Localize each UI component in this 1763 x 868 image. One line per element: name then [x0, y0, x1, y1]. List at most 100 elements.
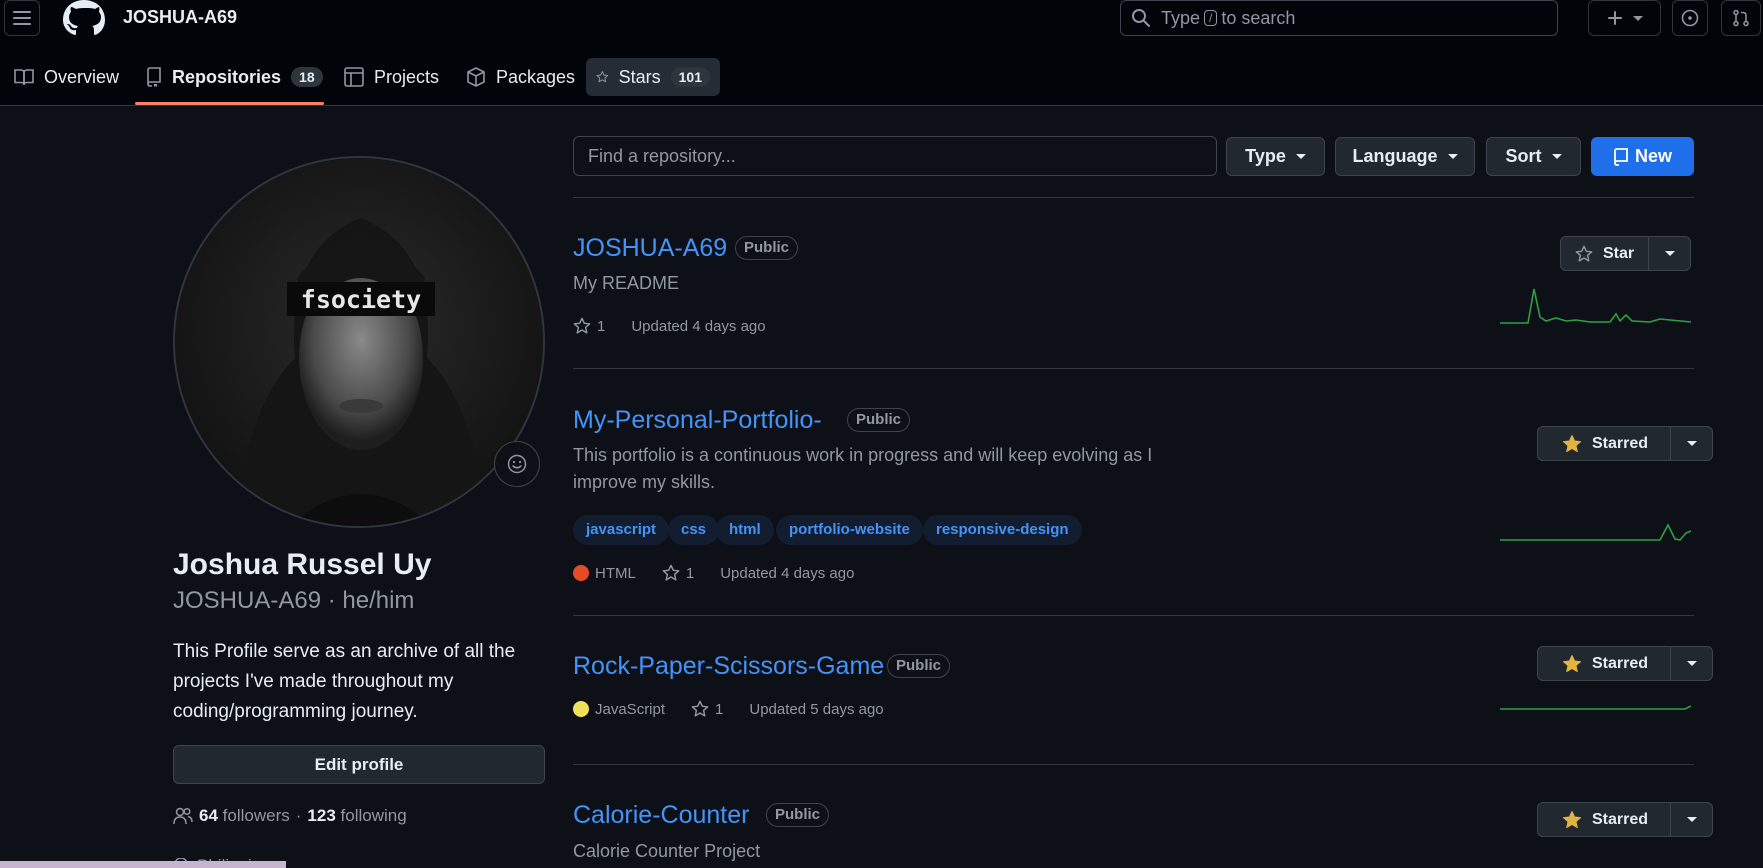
- repo-stars-link[interactable]: 1: [573, 317, 605, 335]
- create-new-button[interactable]: [1588, 0, 1661, 36]
- set-status-button[interactable]: [494, 441, 540, 487]
- starred-button-label: Starred: [1592, 434, 1649, 452]
- tab-overview[interactable]: Overview: [4, 58, 129, 96]
- follow-stats: 64 followers · 123 following: [173, 806, 407, 826]
- type-filter-label: Type: [1245, 146, 1286, 166]
- list-divider: [573, 615, 1694, 616]
- tab-projects-label: Projects: [374, 66, 440, 87]
- type-filter-dropdown[interactable]: Type: [1226, 137, 1325, 176]
- smiley-icon: [507, 454, 527, 474]
- star-button-group: Star: [1560, 236, 1692, 271]
- repo-star-count: 1: [685, 564, 695, 582]
- tab-repositories[interactable]: Repositories 18: [136, 58, 333, 96]
- followers-count: 64: [199, 806, 218, 825]
- avatar-fsociety-text: fsociety: [301, 285, 421, 314]
- search-icon: [1132, 9, 1150, 27]
- chevron-down-icon: [1686, 441, 1697, 446]
- find-repository-input[interactable]: [573, 136, 1217, 176]
- visibility-badge: Public: [847, 408, 911, 432]
- repo-meta: HTML 1 Updated 4 days ago: [573, 564, 880, 582]
- activity-sparkline: [1500, 523, 1691, 541]
- topic-tag[interactable]: javascript: [573, 515, 670, 545]
- profile-tab-nav: Overview Repositories 18 Projects Packag…: [0, 58, 800, 106]
- followers-link[interactable]: 64 followers: [199, 806, 290, 826]
- repositories-count-badge: 18: [291, 67, 323, 87]
- topic-tag[interactable]: css: [668, 515, 720, 545]
- repo-name-link[interactable]: Rock-Paper-Scissors-Game: [573, 652, 884, 681]
- profile-bio: This Profile serve as an archive of all …: [173, 641, 516, 722]
- star-icon: [1575, 245, 1593, 262]
- sort-label: Sort: [1505, 146, 1542, 166]
- activity-sparkline: [1500, 288, 1691, 324]
- new-repository-button[interactable]: New: [1591, 137, 1694, 176]
- repo-icon: [1614, 147, 1628, 166]
- repo-updated: Updated 4 days ago: [631, 317, 766, 335]
- issue-opened-icon: [1681, 9, 1699, 27]
- language-filter-dropdown[interactable]: Language: [1335, 137, 1475, 176]
- global-search-input[interactable]: Type / to search: [1120, 0, 1558, 36]
- repo-updated: Updated 5 days ago: [749, 700, 884, 718]
- new-button-label: New: [1634, 146, 1672, 166]
- tab-packages[interactable]: Packages: [456, 58, 585, 96]
- star-lists-dropdown[interactable]: [1649, 237, 1690, 270]
- star-fill-icon: [1563, 434, 1581, 452]
- repo-stars-link[interactable]: 1: [691, 700, 723, 718]
- tab-stars[interactable]: Stars 101: [586, 58, 720, 96]
- following-link[interactable]: 123 following: [307, 806, 406, 826]
- sort-dropdown[interactable]: Sort: [1486, 137, 1581, 176]
- tab-projects[interactable]: Projects: [334, 58, 449, 96]
- chevron-down-icon: [1447, 154, 1458, 159]
- repo-meta: JavaScript 1 Updated 5 days ago: [573, 700, 910, 718]
- repo-owner-link[interactable]: JOSHUA-A69: [123, 7, 237, 28]
- star-icon: [573, 317, 591, 334]
- topic-tag[interactable]: portfolio-website: [776, 515, 923, 545]
- star-fill-icon: [1563, 810, 1581, 828]
- avatar[interactable]: fsociety: [173, 156, 545, 528]
- github-logo-icon[interactable]: [63, 0, 105, 36]
- repo-name-link[interactable]: Calorie-Counter: [573, 801, 749, 830]
- visibility-badge: Public: [766, 803, 830, 827]
- tab-packages-label: Packages: [496, 66, 576, 87]
- hamburger-menu-button[interactable]: [4, 0, 40, 36]
- repo-updated: Updated 4 days ago: [720, 564, 855, 582]
- unstar-button[interactable]: Starred: [1538, 427, 1672, 460]
- language-filter-label: Language: [1352, 146, 1438, 166]
- taskbar-edge: [0, 861, 286, 868]
- pull-requests-button[interactable]: [1721, 0, 1761, 36]
- book-icon: [14, 69, 34, 86]
- following-count: 123: [307, 806, 336, 825]
- repo-description-line-1: This portfolio is a continuous work in p…: [573, 445, 1153, 465]
- unstar-button[interactable]: Starred: [1538, 803, 1672, 836]
- topic-tag[interactable]: responsive-design: [923, 515, 1082, 545]
- repo-description: My README: [573, 273, 680, 293]
- repo-icon: [147, 67, 161, 87]
- profile-full-name: Joshua Russel Uy: [173, 548, 432, 581]
- table-icon: [344, 67, 364, 87]
- issues-button[interactable]: [1672, 0, 1708, 36]
- list-divider: [573, 197, 1694, 198]
- chevron-down-icon: [1295, 154, 1306, 159]
- chevron-down-icon: [1664, 251, 1675, 256]
- star-button-group: Starred: [1537, 802, 1714, 837]
- star-icon: [691, 700, 709, 717]
- chevron-down-icon: [1686, 817, 1697, 822]
- follow-separator: ·: [295, 806, 302, 825]
- tab-repositories-label: Repositories: [172, 66, 282, 87]
- tab-overview-label: Overview: [44, 66, 120, 87]
- visibility-badge: Public: [735, 236, 799, 260]
- star-button[interactable]: Star: [1561, 237, 1650, 270]
- repo-name-link[interactable]: JOSHUA-A69: [573, 234, 727, 263]
- repo-language-label: JavaScript: [595, 700, 666, 718]
- search-prefix: Type: [1161, 7, 1201, 28]
- menu-icon: [13, 11, 31, 25]
- star-lists-dropdown[interactable]: [1671, 427, 1712, 460]
- repo-language: HTML: [573, 565, 636, 582]
- plus-icon: [1607, 11, 1622, 25]
- starred-button-label: Starred: [1592, 810, 1649, 828]
- star-lists-dropdown[interactable]: [1671, 803, 1712, 836]
- edit-profile-button[interactable]: Edit profile: [173, 745, 545, 784]
- topic-tag[interactable]: html: [716, 515, 774, 545]
- repo-stars-link[interactable]: 1: [662, 564, 694, 582]
- repo-name-link[interactable]: My-Personal-Portfolio-: [573, 406, 822, 435]
- stars-count-badge: 101: [670, 67, 710, 87]
